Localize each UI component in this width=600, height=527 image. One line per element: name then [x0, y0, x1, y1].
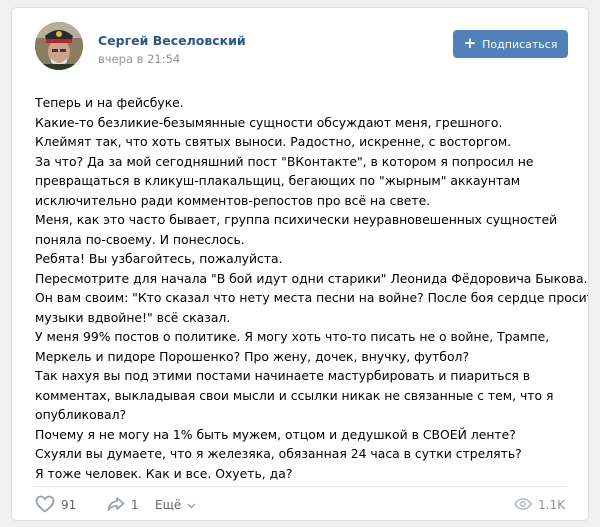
- post-line: Я тоже человек. Как и все. Охуеть, да?: [35, 465, 293, 481]
- post-line: У меня 99% постов о политике. Я могу хот…: [35, 329, 550, 344]
- plus-icon: +: [463, 34, 477, 52]
- post-line: Меркель и пидоре Порошенко? Про жену, до…: [35, 348, 470, 364]
- more-label: Ещё: [155, 498, 182, 512]
- like-count: 91: [61, 498, 77, 512]
- avatar[interactable]: [35, 22, 83, 70]
- post-line: музыки вдвойне!" всё сказал.: [35, 309, 231, 325]
- post-line: Схуяли вы думаете, что я железяка, обяза…: [35, 446, 522, 461]
- post-line: Так нахуя вы под этими постами начинаете…: [35, 368, 531, 383]
- post-line: поняла по-своему. И понеслось.: [35, 231, 245, 247]
- author-name[interactable]: Сергей Веселовский: [98, 33, 246, 48]
- footer-divider: [35, 486, 565, 487]
- post-line: За что? Да за мой сегодняшний пост "ВКон…: [35, 153, 534, 169]
- post-line: Пересмотрите для начала "В бой идут одни…: [35, 270, 588, 286]
- like-button[interactable]: 91: [35, 494, 76, 516]
- eye-icon: [514, 497, 532, 513]
- chevron-down-icon: [187, 498, 196, 512]
- more-button[interactable]: Ещё: [155, 494, 196, 516]
- post-line: исключительно ради комментов-репостов пр…: [35, 192, 431, 208]
- post-line: Теперь и на фейсбуке.: [35, 95, 184, 110]
- post-line: Почему я не могу на 1% быть мужем, отцом…: [35, 426, 516, 442]
- post-line: Клеймят так, что хоть святых выноси. Рад…: [35, 134, 512, 149]
- post-line: Ребята! Вы узбагойтесь, пожалуйста.: [35, 251, 283, 266]
- views-count: 1.1K: [538, 498, 565, 512]
- post-line: превращаться в кликуш-плакальщиц, бегающ…: [35, 173, 521, 188]
- post-line: Меня, как это часто бывает, группа психи…: [35, 212, 558, 227]
- share-count: 1: [131, 498, 139, 512]
- share-icon: [107, 496, 125, 515]
- post-header: Сергей Веселовский вчера в 21:54 + Подпи…: [12, 8, 588, 80]
- post-line: Какие-то безликие-безымянные сущности об…: [35, 114, 503, 130]
- subscribe-button[interactable]: + Подписаться: [453, 30, 568, 58]
- post-line: комментах, выкладывая свои мысли и ссылк…: [35, 387, 554, 403]
- post-line: опубликовал?: [35, 407, 127, 422]
- post-text: Теперь и на фейсбуке. Какие-то безликие-…: [35, 93, 589, 483]
- heart-icon: [35, 495, 55, 516]
- post-time[interactable]: вчера в 21:54: [98, 52, 180, 66]
- views-counter: 1.1K: [514, 494, 565, 516]
- post-footer: 91 1 Ещё 1.1K: [35, 490, 565, 520]
- post-card: Сергей Веселовский вчера в 21:54 + Подпи…: [11, 7, 589, 521]
- post-line: Он вам своим: "Кто сказал что нету места…: [35, 290, 589, 305]
- subscribe-label: Подписаться: [482, 37, 558, 51]
- share-button[interactable]: 1: [107, 494, 139, 516]
